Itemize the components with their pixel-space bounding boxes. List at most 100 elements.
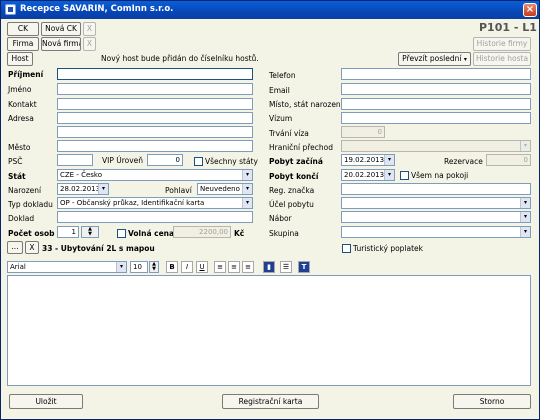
align-left-icon[interactable]: ≡ bbox=[214, 261, 226, 273]
birthplace-input[interactable] bbox=[341, 98, 531, 110]
contact-label: Kontakt bbox=[8, 100, 37, 109]
stay-start-value: 19.02.2013 bbox=[344, 156, 385, 164]
ck-button[interactable]: CK bbox=[7, 22, 39, 36]
text-tool-button[interactable]: T bbox=[298, 261, 310, 273]
persons-count-stepper[interactable]: ▲ ▼ bbox=[81, 226, 99, 238]
document-input[interactable] bbox=[57, 211, 253, 223]
close-window-button[interactable]: × bbox=[523, 3, 537, 17]
zip-input[interactable] bbox=[57, 154, 93, 166]
all-in-room-checkbox[interactable] bbox=[400, 171, 409, 180]
take-last-button[interactable]: Převzít poslední ▾ bbox=[398, 52, 471, 66]
italic-button[interactable]: I bbox=[181, 261, 193, 273]
firma-button[interactable]: Firma bbox=[7, 37, 39, 51]
first-name-input[interactable] bbox=[57, 83, 253, 95]
calendar-dropdown-icon: ▾ bbox=[384, 155, 394, 165]
stay-end-input[interactable]: 20.02.2013 ▾ bbox=[341, 169, 395, 181]
document-type-label: Typ dokladu bbox=[8, 200, 53, 209]
align-center-icon[interactable]: ≡ bbox=[228, 261, 240, 273]
clear-ck-button[interactable]: X bbox=[83, 22, 96, 36]
chevron-down-icon: ▾ bbox=[463, 56, 467, 63]
chevron-down-icon: ▾ bbox=[242, 170, 252, 180]
registration-card-button[interactable]: Registrační karta bbox=[222, 394, 319, 409]
reception-window: Recepce SAVARIN, ComInn s.r.o. × CK Nová… bbox=[0, 0, 540, 420]
visa-duration-input[interactable]: 0 bbox=[341, 126, 385, 138]
bullets-icon[interactable]: ☰ bbox=[280, 261, 292, 273]
save-button[interactable]: Uložit bbox=[9, 394, 83, 409]
city-input[interactable] bbox=[57, 140, 253, 152]
tourist-fee-label: Turistický poplatek bbox=[353, 244, 424, 253]
text-color-icon[interactable]: ▮ bbox=[263, 261, 275, 273]
calendar-dropdown-icon: ▾ bbox=[384, 170, 394, 180]
persons-count-input[interactable]: 1 bbox=[57, 226, 79, 238]
email-label: Email bbox=[269, 86, 290, 95]
tourist-fee-checkbox[interactable] bbox=[342, 244, 351, 253]
chevron-down-icon: ▾ bbox=[520, 141, 530, 151]
new-guest-notice: Nový host bude přidán do číselníku hostů… bbox=[101, 54, 259, 63]
cancel-button[interactable]: Storno bbox=[453, 394, 531, 409]
new-ck-button[interactable]: Nová CK bbox=[41, 22, 81, 36]
notes-editor[interactable] bbox=[7, 275, 531, 386]
phone-input[interactable] bbox=[341, 68, 531, 80]
host-button[interactable]: Host bbox=[7, 52, 33, 66]
free-price-checkbox[interactable] bbox=[117, 229, 126, 238]
free-price-input[interactable]: 2200,00 bbox=[173, 226, 231, 238]
visa-input[interactable] bbox=[341, 112, 531, 124]
city-label: Město bbox=[8, 143, 31, 152]
plate-input[interactable] bbox=[341, 183, 531, 195]
address-line2-input[interactable] bbox=[57, 126, 253, 138]
first-name-label: Jméno bbox=[8, 85, 32, 94]
clear-service-button[interactable]: X bbox=[25, 241, 39, 254]
stay-purpose-select[interactable]: ▾ bbox=[341, 197, 531, 209]
zip-label: PSČ bbox=[8, 157, 23, 166]
chevron-down-icon: ▾ bbox=[520, 227, 530, 237]
gender-select[interactable]: Neuvedeno ▾ bbox=[197, 183, 253, 195]
email-input[interactable] bbox=[341, 83, 531, 95]
company-history-button[interactable]: Historie firmy bbox=[473, 37, 531, 51]
plate-label: Reg. značka bbox=[269, 186, 315, 195]
contact-input[interactable] bbox=[57, 98, 253, 110]
font-size-input[interactable]: 10 bbox=[130, 261, 148, 273]
chevron-down-icon: ▾ bbox=[242, 198, 252, 208]
chevron-down-icon: ▾ bbox=[242, 184, 252, 194]
align-right-icon[interactable]: ≡ bbox=[242, 261, 254, 273]
surname-input[interactable] bbox=[57, 68, 253, 80]
recruitment-select[interactable]: ▾ bbox=[341, 211, 531, 223]
phone-label: Telefon bbox=[269, 71, 296, 80]
vip-level-label: VIP Úroveň bbox=[102, 156, 144, 165]
group-select[interactable]: ▾ bbox=[341, 226, 531, 238]
birth-date-value: 28.02.2013 bbox=[60, 185, 101, 193]
font-family-select[interactable]: Arial ▾ bbox=[7, 261, 127, 273]
font-size-stepper[interactable]: ▲ ▼ bbox=[149, 261, 159, 273]
gender-value: Neuvedeno bbox=[200, 185, 240, 193]
bold-button[interactable]: B bbox=[166, 261, 178, 273]
all-states-label: Všechny státy bbox=[205, 157, 258, 166]
persons-count-label: Počet osob bbox=[8, 229, 55, 238]
gender-label: Pohlaví bbox=[165, 186, 192, 195]
document-type-select[interactable]: OP - Občanský průkaz, Identifikační kart… bbox=[57, 197, 253, 209]
stay-start-input[interactable]: 19.02.2013 ▾ bbox=[341, 154, 395, 166]
room-header: P101 - L1 bbox=[479, 21, 537, 34]
reservation-input[interactable]: 0 bbox=[486, 154, 531, 166]
stay-start-label: Pobyt začíná bbox=[269, 157, 323, 166]
underline-button[interactable]: U bbox=[196, 261, 208, 273]
guest-history-button[interactable]: Historie hosta bbox=[473, 52, 531, 66]
currency-label: Kč bbox=[234, 229, 245, 238]
state-select[interactable]: CZE - Česko ▾ bbox=[57, 169, 253, 181]
birthplace-label: Místo, stát narození bbox=[269, 100, 343, 109]
vip-level-input[interactable]: 0 bbox=[147, 154, 183, 166]
select-service-button[interactable]: ... bbox=[7, 241, 23, 254]
all-states-checkbox[interactable] bbox=[194, 157, 203, 166]
border-crossing-label: Hraniční přechod bbox=[269, 143, 334, 152]
group-label: Skupina bbox=[269, 229, 299, 238]
address-line1-input[interactable] bbox=[57, 112, 253, 124]
app-icon bbox=[5, 4, 16, 15]
border-crossing-select[interactable]: ▾ bbox=[341, 140, 531, 152]
all-in-room-label: Všem na pokoji bbox=[411, 171, 469, 180]
new-firma-button[interactable]: Nová firma bbox=[41, 37, 81, 51]
clear-firma-button[interactable]: X bbox=[83, 37, 96, 51]
stay-end-label: Pobyt končí bbox=[269, 172, 319, 181]
visa-duration-label: Trvání víza bbox=[269, 129, 309, 138]
birth-date-input[interactable]: 28.02.2013 ▾ bbox=[57, 183, 109, 195]
reservation-label: Rezervace bbox=[444, 157, 483, 166]
state-label: Stát bbox=[8, 172, 26, 181]
